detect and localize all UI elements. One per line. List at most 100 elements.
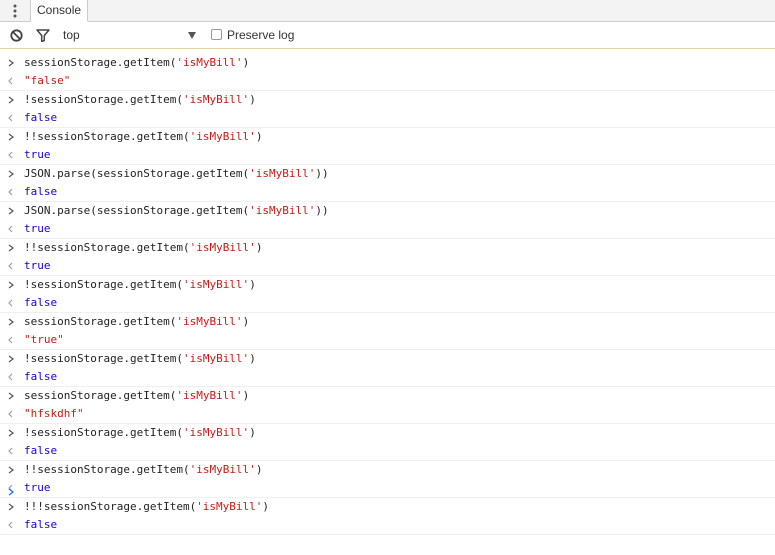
console-entry: !sessionStorage.getItem('isMyBill') false (0, 350, 775, 387)
command-string-arg: 'isMyBill' (189, 130, 256, 143)
console-entry: sessionStorage.getItem('isMyBill') "hfskd… (0, 387, 775, 424)
clear-console-icon[interactable] (10, 29, 23, 42)
command-text: !!sessionStorage.getItem('isMyBill') (24, 239, 262, 257)
command-text: sessionStorage.getItem('isMyBill') (24, 54, 249, 72)
command-text: !!!sessionStorage.getItem('isMyBill') (24, 498, 269, 516)
command-text: !sessionStorage.getItem('isMyBill') (24, 350, 256, 368)
filter-icon[interactable] (36, 29, 50, 42)
command-string-arg: 'isMyBill' (182, 426, 250, 439)
command-string-arg: 'isMyBill' (196, 500, 263, 513)
result-value: "true" (24, 333, 64, 346)
command-prefix: sessionStorage.getItem( (24, 315, 177, 328)
command-string-arg: 'isMyBill' (249, 167, 316, 180)
command-suffix: ) (255, 463, 263, 476)
preserve-log-label: Preserve log (227, 28, 295, 42)
console-entry: !sessionStorage.getItem('isMyBill') false (0, 91, 775, 128)
command-string-arg: 'isMyBill' (249, 204, 316, 217)
result-value: "false" (24, 74, 71, 87)
console-toolbar: top Preserve log (0, 22, 775, 49)
command-suffix: ) (242, 389, 250, 402)
input-chevron-icon (8, 59, 14, 67)
input-chevron-icon (8, 133, 14, 141)
command-suffix: )) (315, 167, 329, 180)
command-prefix: !!!sessionStorage.getItem( (24, 500, 197, 513)
command-string-arg: 'isMyBill' (182, 278, 250, 291)
result-arrow-icon (8, 225, 13, 233)
command-prefix: JSON.parse(sessionStorage.getItem( (24, 204, 250, 217)
result-arrow-icon (8, 336, 13, 344)
command-text: sessionStorage.getItem('isMyBill') (24, 313, 249, 331)
dropdown-arrow-icon (188, 32, 196, 39)
console-entry: !!sessionStorage.getItem('isMyBill') true (0, 239, 775, 276)
command-string-arg: 'isMyBill' (176, 56, 243, 69)
command-text: !sessionStorage.getItem('isMyBill') (24, 276, 256, 294)
command-suffix: ) (255, 130, 263, 143)
command-string-arg: 'isMyBill' (182, 352, 250, 365)
context-selector[interactable]: top (56, 22, 206, 49)
command-text: !sessionStorage.getItem('isMyBill') (24, 91, 256, 109)
result-value: false (24, 518, 58, 531)
result-arrow-icon (8, 299, 13, 307)
result-value: false (24, 111, 58, 124)
command-string-arg: 'isMyBill' (176, 315, 243, 328)
result-arrow-icon (8, 114, 13, 122)
prompt-chevron-icon (8, 488, 15, 496)
console-prompt[interactable] (0, 482, 775, 500)
result-value: false (24, 185, 58, 198)
command-prefix: !sessionStorage.getItem( (24, 426, 183, 439)
command-prefix: !sessionStorage.getItem( (24, 352, 183, 365)
result-arrow-icon (8, 262, 13, 270)
command-prefix: sessionStorage.getItem( (24, 389, 177, 402)
result-value: true (24, 222, 51, 235)
input-chevron-icon (8, 244, 14, 252)
command-prefix: !sessionStorage.getItem( (24, 278, 183, 291)
command-string-arg: 'isMyBill' (176, 389, 243, 402)
tab-console[interactable]: Console (30, 0, 89, 22)
preserve-log-checkbox[interactable] (211, 29, 222, 40)
command-suffix: ) (242, 315, 250, 328)
input-chevron-icon (8, 170, 14, 178)
command-text: JSON.parse(sessionStorage.getItem('isMyB… (24, 202, 329, 220)
input-chevron-icon (8, 355, 14, 363)
command-suffix: ) (249, 352, 256, 365)
context-selector-value: top (63, 28, 80, 42)
command-suffix: )) (315, 204, 329, 217)
console-entry: !sessionStorage.getItem('isMyBill') false (0, 276, 775, 313)
command-suffix: ) (249, 93, 256, 106)
result-value: true (24, 259, 51, 272)
command-text: !sessionStorage.getItem('isMyBill') (24, 424, 256, 442)
command-text: !!sessionStorage.getItem('isMyBill') (24, 461, 262, 479)
console-entry: !!sessionStorage.getItem('isMyBill') true (0, 128, 775, 165)
input-chevron-icon (8, 429, 14, 437)
command-text: JSON.parse(sessionStorage.getItem('isMyB… (24, 165, 329, 183)
command-string-arg: 'isMyBill' (182, 93, 250, 106)
command-suffix: ) (249, 278, 256, 291)
input-chevron-icon (8, 281, 14, 289)
console-entry: sessionStorage.getItem('isMyBill') "true" (0, 313, 775, 350)
input-chevron-icon (8, 466, 14, 474)
result-value: true (24, 148, 51, 161)
input-chevron-icon (8, 392, 14, 400)
input-chevron-icon (8, 318, 14, 326)
result-arrow-icon (8, 188, 13, 196)
result-arrow-icon (8, 151, 13, 159)
console-input[interactable] (24, 482, 764, 500)
command-prefix: !sessionStorage.getItem( (24, 93, 183, 106)
result-arrow-icon (8, 521, 13, 529)
command-text: !!sessionStorage.getItem('isMyBill') (24, 128, 262, 146)
command-suffix: ) (249, 426, 256, 439)
command-text: sessionStorage.getItem('isMyBill') (24, 387, 249, 405)
result-arrow-icon (8, 410, 13, 418)
command-prefix: JSON.parse(sessionStorage.getItem( (24, 167, 250, 180)
more-options-icon[interactable] (9, 3, 21, 19)
result-value: false (24, 296, 58, 309)
result-arrow-icon (8, 447, 13, 455)
command-suffix: ) (255, 241, 263, 254)
console-entry: JSON.parse(sessionStorage.getItem('isMyB… (0, 165, 775, 202)
command-prefix: !!sessionStorage.getItem( (24, 130, 190, 143)
console-entry: JSON.parse(sessionStorage.getItem('isMyB… (0, 202, 775, 239)
result-arrow-icon (8, 373, 13, 381)
command-prefix: !!sessionStorage.getItem( (24, 241, 190, 254)
console-entry: !sessionStorage.getItem('isMyBill') false (0, 424, 775, 461)
result-value: false (24, 444, 58, 457)
